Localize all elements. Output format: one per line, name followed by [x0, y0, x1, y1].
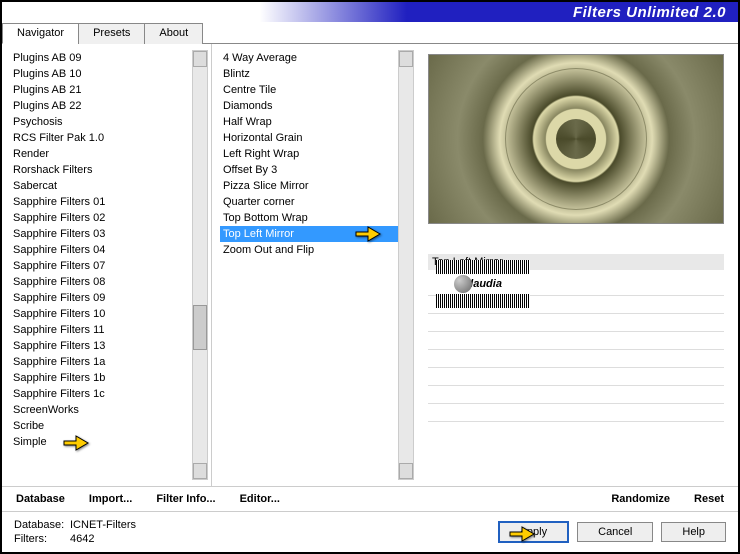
- list-item[interactable]: Sapphire Filters 04: [10, 242, 192, 258]
- app-title: Filters Unlimited 2.0: [573, 4, 726, 21]
- list-item[interactable]: Plugins AB 22: [10, 98, 192, 114]
- pointer-icon: [354, 221, 382, 243]
- list-item[interactable]: Scribe: [10, 418, 192, 434]
- param-slot: [428, 386, 724, 404]
- list-item[interactable]: RCS Filter Pak 1.0: [10, 130, 192, 146]
- scroll-down-icon[interactable]: [193, 463, 207, 479]
- list-item[interactable]: Sapphire Filters 09: [10, 290, 192, 306]
- list-item[interactable]: Sapphire Filters 11: [10, 322, 192, 338]
- filter-panel: 4 Way AverageBlintzCentre TileDiamondsHa…: [212, 44, 418, 486]
- filters-value: 4642: [70, 533, 94, 545]
- list-item[interactable]: ScreenWorks: [10, 402, 192, 418]
- list-item[interactable]: Sapphire Filters 10: [10, 306, 192, 322]
- tab-presets[interactable]: Presets: [78, 23, 145, 44]
- tab-bar: Navigator Presets About: [2, 22, 738, 44]
- list-item[interactable]: Simple: [10, 434, 192, 450]
- list-item[interactable]: Sapphire Filters 13: [10, 338, 192, 354]
- title-bar: Filters Unlimited 2.0: [2, 2, 738, 22]
- plugin-panel: Plugins AB 09Plugins AB 10Plugins AB 21P…: [2, 44, 212, 486]
- param-slot: [428, 404, 724, 422]
- list-item[interactable]: Sapphire Filters 07: [10, 258, 192, 274]
- scroll-thumb[interactable]: [193, 305, 207, 350]
- tab-navigator[interactable]: Navigator: [2, 23, 79, 44]
- list-item[interactable]: Plugins AB 09: [10, 50, 192, 66]
- import-button[interactable]: Import...: [89, 493, 132, 505]
- toolbar: Database Import... Filter Info... Editor…: [2, 486, 738, 512]
- scroll-track[interactable]: [193, 67, 207, 463]
- list-item[interactable]: Plugins AB 21: [10, 82, 192, 98]
- list-item[interactable]: Rorshack Filters: [10, 162, 192, 178]
- list-item[interactable]: Half Wrap: [220, 114, 398, 130]
- filter-scrollbar[interactable]: [398, 50, 414, 480]
- pointer-icon: [508, 521, 536, 543]
- randomize-button[interactable]: Randomize: [611, 493, 670, 505]
- scroll-up-icon[interactable]: [399, 51, 413, 67]
- scroll-track[interactable]: [399, 67, 413, 463]
- list-item[interactable]: Sapphire Filters 1b: [10, 370, 192, 386]
- plugin-list[interactable]: Plugins AB 09Plugins AB 10Plugins AB 21P…: [10, 50, 192, 480]
- main-content: Plugins AB 09Plugins AB 10Plugins AB 21P…: [2, 44, 738, 486]
- list-item[interactable]: Sapphire Filters 08: [10, 274, 192, 290]
- list-item[interactable]: Blintz: [220, 66, 398, 82]
- pointer-icon: [62, 430, 90, 452]
- watermark-badge: claudia: [436, 260, 530, 304]
- filters-label: Filters:: [14, 532, 70, 546]
- list-item[interactable]: Sapphire Filters 1c: [10, 386, 192, 402]
- database-button[interactable]: Database: [16, 493, 65, 505]
- status-info: Database:ICNET-Filters Filters:4642: [14, 518, 136, 546]
- cancel-button[interactable]: Cancel: [577, 522, 653, 542]
- database-value: ICNET-Filters: [70, 519, 136, 531]
- database-label: Database:: [14, 518, 70, 532]
- list-item[interactable]: Quarter corner: [220, 194, 398, 210]
- list-item[interactable]: 4 Way Average: [220, 50, 398, 66]
- list-item[interactable]: Plugins AB 10: [10, 66, 192, 82]
- editor-button[interactable]: Editor...: [240, 493, 280, 505]
- list-item[interactable]: Horizontal Grain: [220, 130, 398, 146]
- scroll-up-icon[interactable]: [193, 51, 207, 67]
- filter-preview: [428, 54, 724, 224]
- help-button[interactable]: Help: [661, 522, 726, 542]
- list-item[interactable]: Offset By 3: [220, 162, 398, 178]
- tab-about[interactable]: About: [144, 23, 203, 44]
- param-slot: [428, 314, 724, 332]
- list-item[interactable]: Sapphire Filters 03: [10, 226, 192, 242]
- filter-info-button[interactable]: Filter Info...: [156, 493, 215, 505]
- param-slot: [428, 350, 724, 368]
- list-item[interactable]: Sapphire Filters 02: [10, 210, 192, 226]
- footer: Database:ICNET-Filters Filters:4642 Appl…: [2, 512, 738, 552]
- list-item[interactable]: Zoom Out and Flip: [220, 242, 398, 258]
- list-item[interactable]: Sapphire Filters 01: [10, 194, 192, 210]
- list-item[interactable]: Pizza Slice Mirror: [220, 178, 398, 194]
- list-item[interactable]: Sapphire Filters 1a: [10, 354, 192, 370]
- list-item[interactable]: Diamonds: [220, 98, 398, 114]
- param-slot: [428, 368, 724, 386]
- list-item[interactable]: Centre Tile: [220, 82, 398, 98]
- reset-button[interactable]: Reset: [694, 493, 724, 505]
- scroll-down-icon[interactable]: [399, 463, 413, 479]
- param-slot: [428, 332, 724, 350]
- list-item[interactable]: Left Right Wrap: [220, 146, 398, 162]
- list-item[interactable]: Sabercat: [10, 178, 192, 194]
- list-item[interactable]: Render: [10, 146, 192, 162]
- plugin-scrollbar[interactable]: [192, 50, 208, 480]
- filter-list[interactable]: 4 Way AverageBlintzCentre TileDiamondsHa…: [220, 50, 398, 480]
- list-item[interactable]: Psychosis: [10, 114, 192, 130]
